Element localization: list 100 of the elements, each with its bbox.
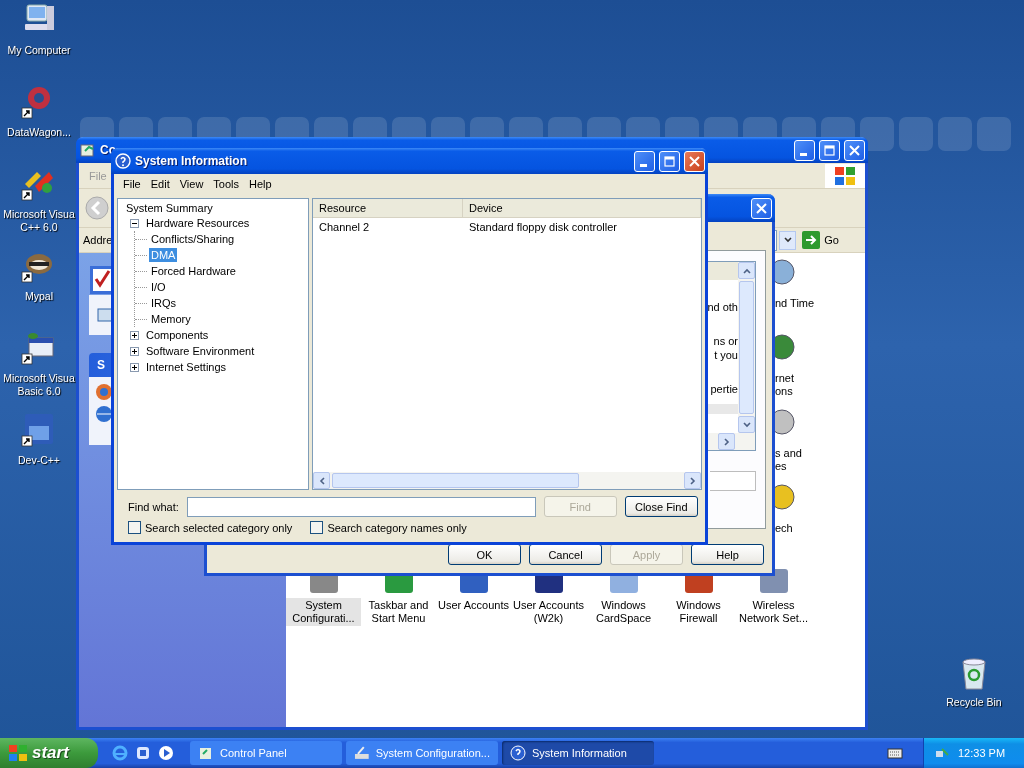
horizontal-scrollbar[interactable]	[313, 472, 701, 489]
item-label[interactable]: Windows Firewall	[661, 598, 736, 626]
caret-icon	[723, 437, 730, 446]
column-header[interactable]: Device	[463, 199, 701, 217]
item-label: es	[774, 460, 788, 473]
item-label[interactable]: Wireless Network Set...	[736, 598, 811, 626]
item-label[interactable]: System Configurati...	[286, 598, 361, 626]
find-label: Find what:	[128, 500, 179, 513]
help-icon	[115, 153, 131, 169]
media-player-icon[interactable]	[158, 745, 174, 761]
item-label: ons	[774, 385, 794, 398]
tree-item[interactable]: Components	[144, 328, 211, 342]
checkbox[interactable]	[128, 521, 141, 534]
clock: 12:33 PM	[958, 747, 1006, 759]
checkbox-label[interactable]: Search category names only	[327, 521, 467, 534]
desktop-icon-label[interactable]: Microsoft Visua Basic 6.0	[1, 372, 77, 398]
list-item[interactable]: ns or	[713, 334, 738, 348]
go-button[interactable]: Go	[798, 229, 861, 251]
dropdown-button[interactable]	[779, 230, 797, 250]
vertical-scrollbar[interactable]	[738, 262, 755, 433]
minimize-button[interactable]	[794, 139, 815, 161]
window-icon	[97, 307, 113, 323]
scroll-right-button[interactable]	[718, 433, 735, 450]
flag-icon	[8, 744, 28, 762]
menu-item[interactable]: Help	[244, 178, 277, 190]
tree-item[interactable]: I/O	[149, 280, 168, 294]
desktop-icon-label[interactable]: My Computer	[7, 44, 71, 57]
scroll-up-button[interactable]	[738, 262, 755, 279]
close-button[interactable]	[844, 139, 865, 161]
find-field[interactable]	[186, 496, 536, 517]
address-label: Addre	[83, 234, 113, 246]
table-cell-text: Channel 2	[318, 220, 371, 233]
taskbar-button[interactable]: Control Panel	[190, 741, 342, 765]
expander-icon[interactable]	[130, 346, 139, 356]
panel-title: S	[97, 358, 105, 372]
close-find-button[interactable]: Close Find	[624, 496, 698, 517]
tree-item[interactable]: Forced Hardware	[149, 264, 238, 278]
menu-item[interactable]: Tools	[208, 178, 245, 190]
window-icon[interactable]	[21, 330, 57, 366]
tree-item[interactable]: Memory	[149, 312, 193, 326]
taskbar-button[interactable]: System Configuration...	[346, 741, 498, 765]
window-title: System Information	[135, 154, 248, 168]
caret-icon	[742, 421, 751, 428]
maximize-button[interactable]	[659, 150, 680, 172]
menu-item[interactable]: Edit	[145, 178, 175, 190]
item-label[interactable]: User Accounts	[436, 598, 511, 613]
expander-icon[interactable]	[130, 218, 139, 228]
list-item[interactable]: nd oth	[707, 300, 738, 314]
desktop-icon[interactable]	[135, 745, 151, 761]
tree-item[interactable]: Software Environment	[144, 344, 257, 358]
menu-item[interactable]: View	[174, 178, 209, 190]
item-label[interactable]: Windows CardSpace	[586, 598, 661, 626]
desktop-icon-label[interactable]: DataWagon...	[7, 126, 71, 139]
close-icon	[849, 144, 860, 156]
column-header[interactable]: Resource	[313, 199, 463, 217]
dialog-button[interactable]: Help	[691, 544, 764, 565]
list-item[interactable]: t you	[714, 348, 738, 362]
scroll-thumb[interactable]	[739, 281, 754, 414]
tree-item[interactable]: IRQs	[149, 296, 179, 310]
close-button[interactable]	[751, 197, 772, 219]
item-label: rnet	[774, 372, 795, 385]
maximize-button[interactable]	[819, 139, 840, 161]
desktop-icon-label[interactable]: Mypal	[25, 290, 53, 303]
tree-item[interactable]: Conflicts/Sharing	[149, 232, 237, 246]
minimize-button[interactable]	[634, 150, 655, 172]
dialog-button[interactable]: OK	[448, 544, 521, 565]
checkbox-label[interactable]: Search selected category only	[145, 521, 293, 534]
item-label: ech	[774, 522, 794, 535]
tree-item[interactable]: Internet Settings	[144, 360, 229, 374]
menu-item[interactable]: File	[118, 178, 146, 190]
scroll-down-button[interactable]	[738, 416, 755, 433]
item-label[interactable]: Taskbar and Start Menu	[361, 598, 436, 626]
expander-icon[interactable]	[130, 330, 139, 340]
start-button[interactable]: start	[0, 738, 98, 768]
folder-icon	[198, 745, 214, 761]
scroll-thumb[interactable]	[332, 473, 579, 488]
dialog-button[interactable]: Cancel	[529, 544, 602, 565]
item-label: s and	[774, 447, 803, 460]
item-label: nd Time	[774, 297, 816, 310]
desktop-icon-label[interactable]: Recycle Bin	[946, 696, 1002, 709]
expander-icon[interactable]	[130, 362, 139, 372]
tree-item[interactable]: System Summary	[124, 201, 215, 215]
maximize-icon	[824, 144, 835, 156]
tree-item[interactable]: Hardware Resources	[144, 216, 252, 230]
item-label[interactable]: User Accounts (W2k)	[511, 598, 586, 626]
help-icon	[510, 745, 526, 761]
caret-icon	[689, 476, 696, 485]
checkbox[interactable]	[310, 521, 324, 534]
table-cell-text: Standard floppy disk controller	[468, 220, 618, 233]
desktop-icon-label[interactable]: Dev-C++	[18, 454, 60, 467]
taskbar-button[interactable]: System Information	[502, 741, 654, 765]
keyboard-icon[interactable]	[887, 747, 903, 759]
text-field[interactable]	[710, 471, 756, 491]
globe-icon	[95, 405, 113, 423]
close-button[interactable]	[684, 150, 705, 172]
desktop-icon-label[interactable]: Microsoft Visua C++ 6.0	[1, 208, 77, 234]
scroll-left-button[interactable]	[313, 472, 330, 489]
caret-icon	[318, 476, 325, 485]
list-item[interactable]: pertie	[710, 382, 738, 396]
scroll-right-button[interactable]	[684, 472, 701, 489]
